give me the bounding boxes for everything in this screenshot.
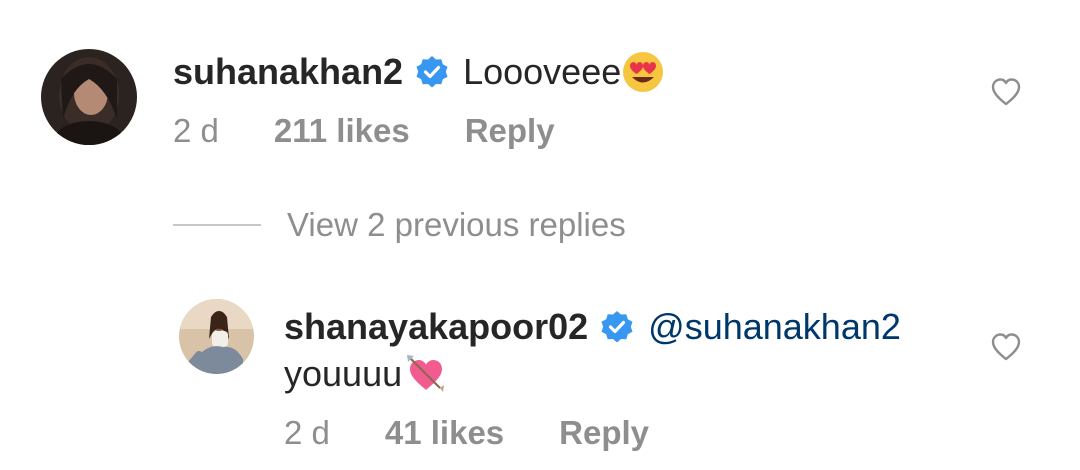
reply-username[interactable]: shanayakapoor02 bbox=[284, 306, 588, 348]
heart-with-arrow-emoji-icon bbox=[404, 352, 448, 396]
comment-line: suhanakhan2 Loooveee bbox=[173, 47, 665, 97]
heart-eyes-emoji-icon bbox=[621, 50, 665, 94]
comment-likes[interactable]: 211 likes bbox=[274, 112, 410, 150]
reply-likes[interactable]: 41 likes bbox=[385, 414, 504, 452]
replies-divider-line bbox=[173, 224, 261, 226]
reply-line: shanayakapoor02 @suhanakhan2 bbox=[284, 302, 901, 352]
comment-timestamp: 2 d bbox=[173, 112, 219, 149]
reply-timestamp: 2 d bbox=[284, 414, 330, 451]
comment-meta: 2 d 211 likes Reply bbox=[173, 112, 555, 150]
comment-reply-button[interactable]: Reply bbox=[465, 112, 555, 150]
avatar-suhanakhan2[interactable] bbox=[41, 49, 137, 145]
comment-text: Loooveee bbox=[463, 51, 622, 92]
reply-like-heart-icon[interactable] bbox=[989, 330, 1023, 369]
comment-like-heart-icon[interactable] bbox=[989, 75, 1023, 114]
verified-badge-icon bbox=[415, 55, 449, 89]
comment-username[interactable]: suhanakhan2 bbox=[173, 51, 403, 93]
reply-reply-button[interactable]: Reply bbox=[559, 414, 649, 452]
avatar-shanayakapoor02[interactable] bbox=[179, 299, 254, 374]
reply-meta: 2 d 41 likes Reply bbox=[284, 414, 649, 452]
view-replies-label[interactable]: View 2 previous replies bbox=[287, 206, 626, 244]
reply-mention-link[interactable]: @suhanakhan2 bbox=[648, 306, 901, 348]
verified-badge-icon bbox=[600, 310, 634, 344]
reply-text-line: youuuu bbox=[284, 350, 448, 398]
reply-text: youuuu bbox=[284, 353, 403, 394]
view-previous-replies[interactable]: View 2 previous replies bbox=[173, 205, 626, 245]
